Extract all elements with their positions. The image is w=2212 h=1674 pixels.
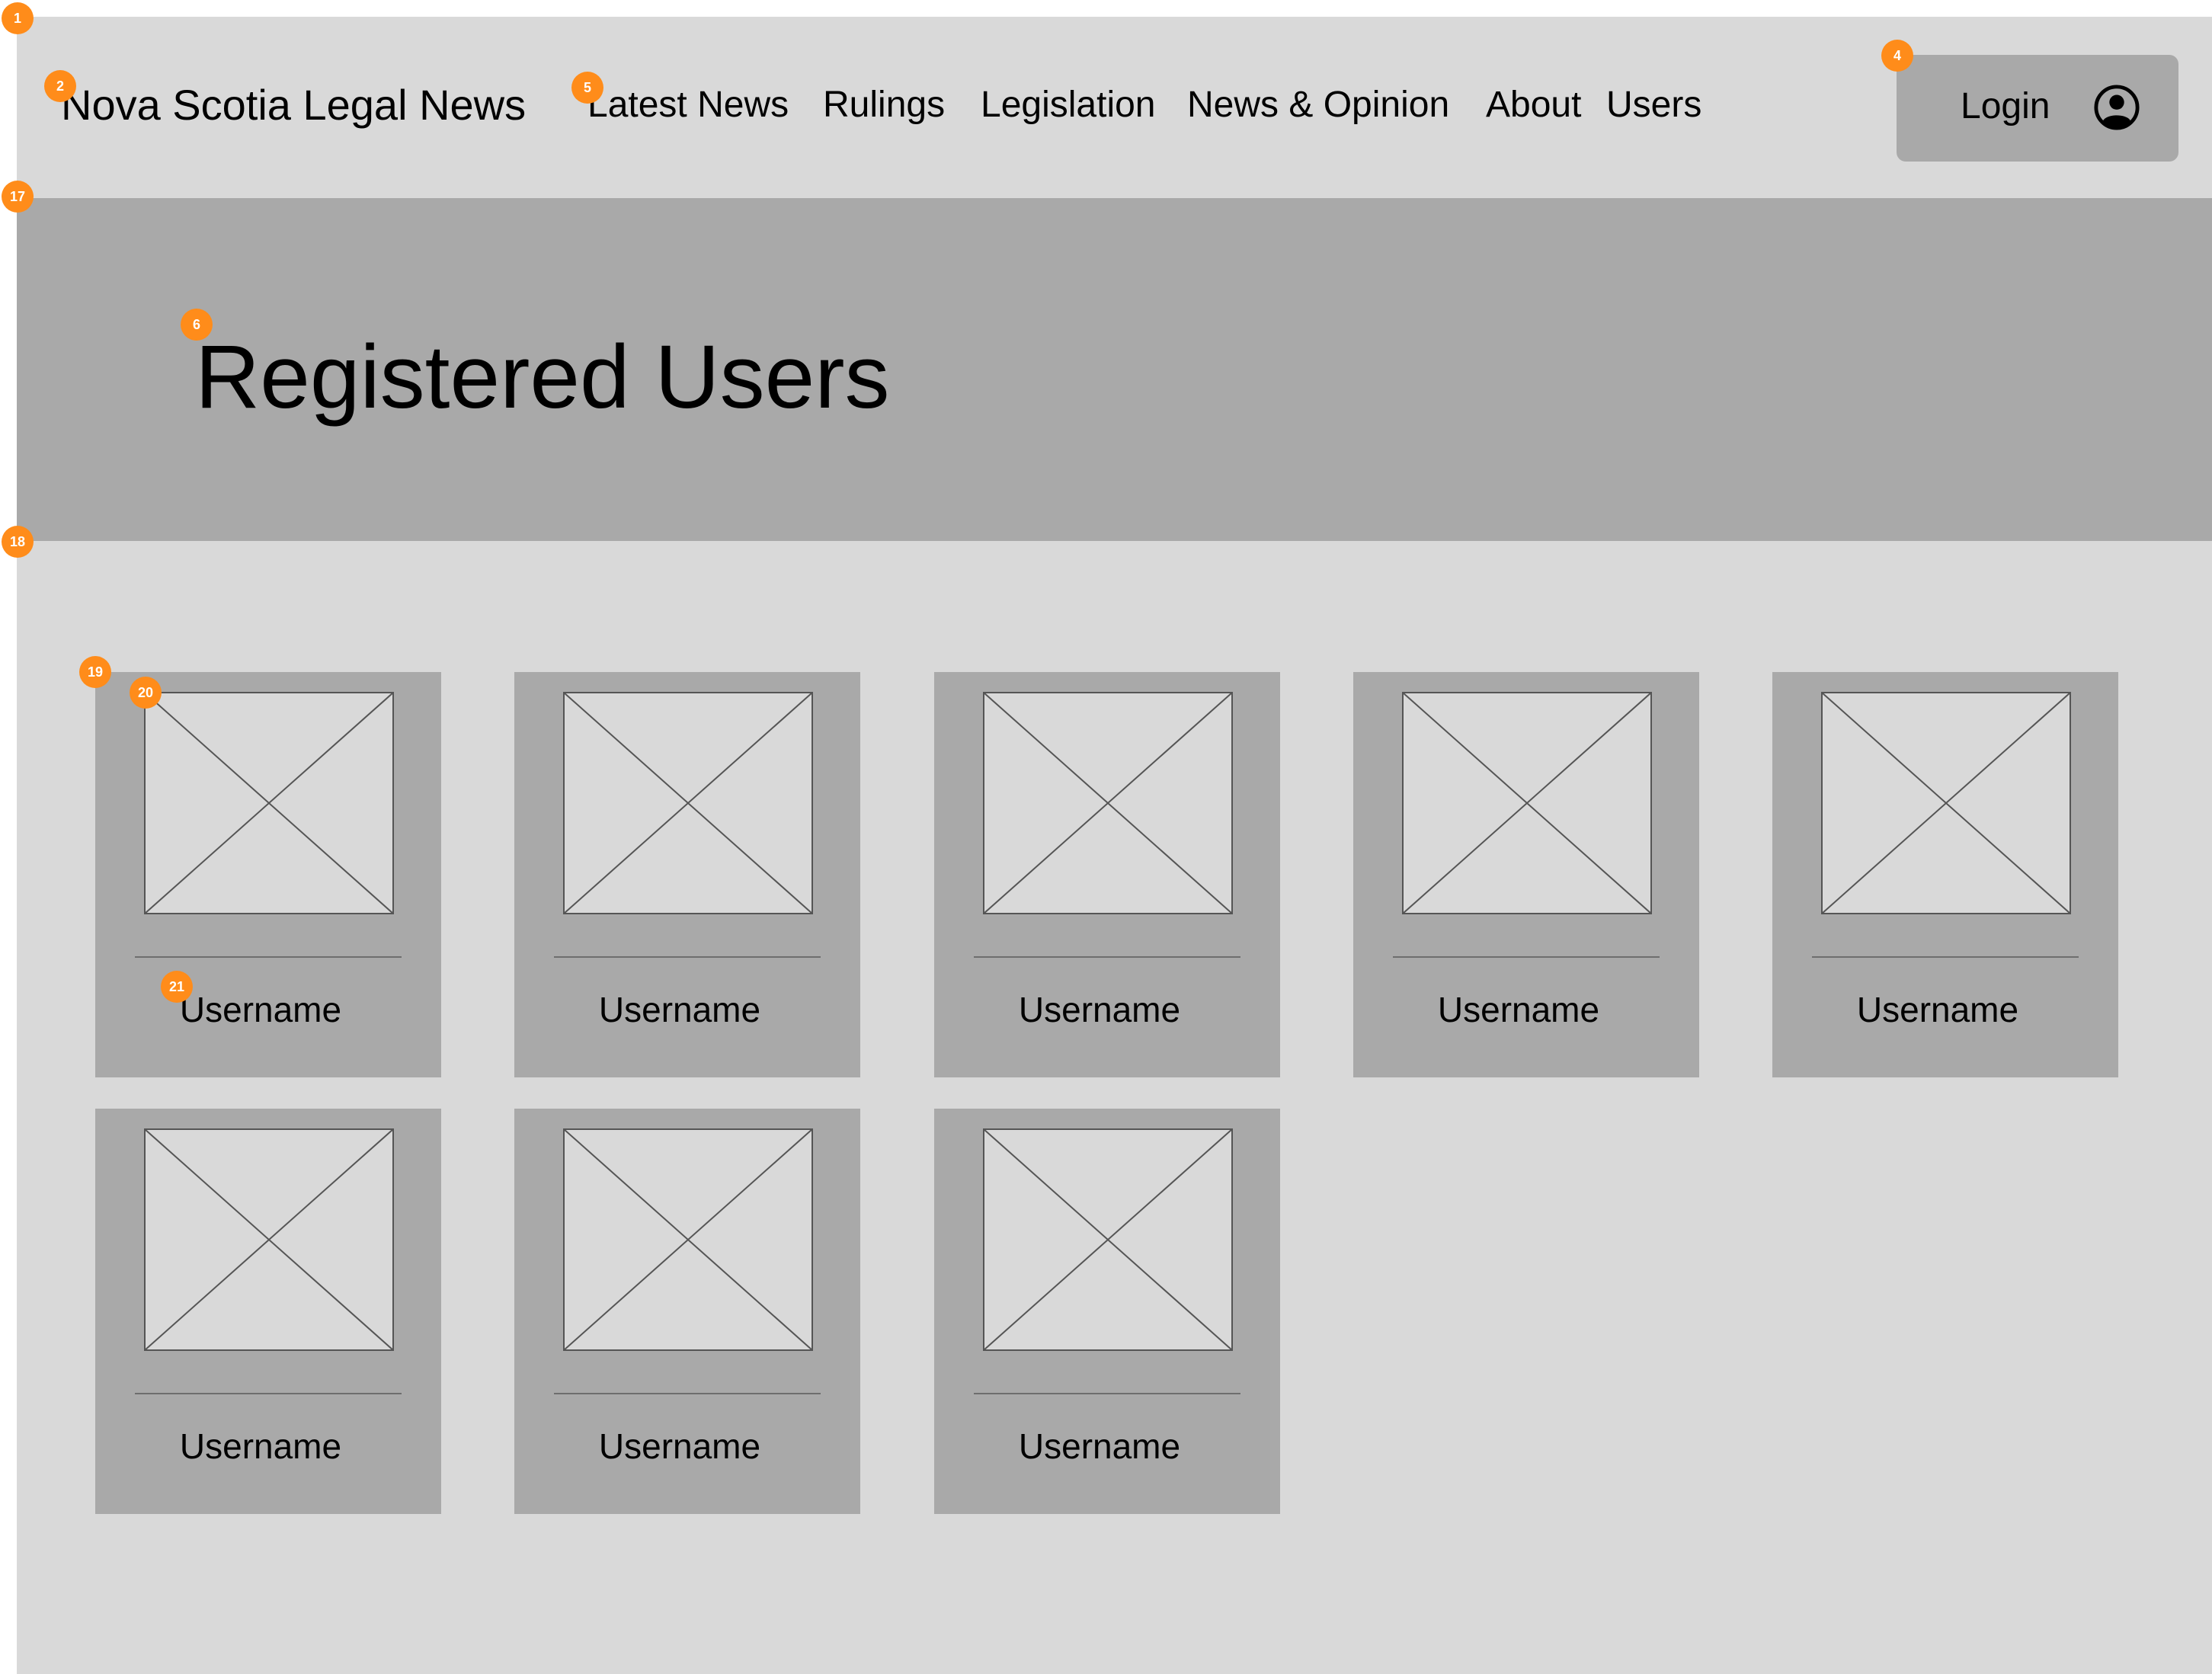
header: Nova Scotia Legal News Latest News Rulin… (17, 17, 2212, 197)
annotation-badge: 17 (2, 181, 34, 213)
username-label: Username (598, 990, 761, 1029)
user-card[interactable]: Username (1772, 672, 2118, 1077)
annotation-badge: 6 (181, 309, 213, 341)
nav-rulings[interactable]: Rulings (823, 87, 945, 123)
user-card[interactable]: Username (1353, 672, 1699, 1077)
users-grid: Username Username Username Username Username… (17, 541, 2212, 1674)
banner: Registered Users (17, 198, 2212, 541)
nav-users[interactable]: Users (1606, 87, 1701, 123)
annotation-badge: 18 (2, 526, 34, 558)
login-label: Login (1961, 86, 2050, 126)
annotation-badge: 20 (130, 677, 162, 709)
image-placeholder-icon (983, 1128, 1233, 1351)
nav-latest-news[interactable]: Latest News (587, 87, 789, 123)
annotation-badge: 21 (161, 971, 193, 1003)
site-title[interactable]: Nova Scotia Legal News (61, 84, 526, 126)
card-divider (135, 1393, 402, 1394)
username-label: Username (1856, 990, 2019, 1029)
image-placeholder-icon (1821, 692, 2071, 914)
card-divider (974, 1393, 1240, 1394)
username-label: Username (1437, 990, 1600, 1029)
image-placeholder-icon (144, 692, 394, 914)
annotation-badge: 5 (571, 72, 603, 104)
card-divider (1393, 956, 1660, 958)
user-circle-icon (2094, 85, 2140, 130)
image-placeholder-icon (144, 1128, 394, 1351)
image-placeholder-icon (983, 692, 1233, 914)
user-card[interactable]: Username (934, 1109, 1280, 1514)
page-title: Registered Users (195, 327, 890, 427)
login-button[interactable]: Login (1897, 55, 2178, 162)
image-placeholder-icon (563, 692, 813, 914)
user-card[interactable]: Username (95, 1109, 441, 1514)
user-card[interactable]: Username (514, 1109, 860, 1514)
nav-about[interactable]: About (1486, 87, 1581, 123)
annotation-badge: 19 (79, 656, 111, 688)
annotation-badge: 1 (2, 2, 34, 34)
username-label: Username (1018, 1426, 1181, 1466)
card-divider (974, 956, 1240, 958)
nav-legislation[interactable]: Legislation (981, 87, 1156, 123)
nav-news-opinion[interactable]: News & Opinion (1187, 87, 1449, 123)
card-divider (554, 1393, 821, 1394)
user-card[interactable]: Username (934, 672, 1280, 1077)
annotation-badge: 2 (44, 70, 76, 102)
annotation-badge: 4 (1881, 40, 1913, 72)
card-divider (554, 956, 821, 958)
image-placeholder-icon (563, 1128, 813, 1351)
username-label: Username (598, 1426, 761, 1466)
username-label: Username (179, 1426, 342, 1466)
page: Nova Scotia Legal News Latest News Rulin… (17, 17, 2212, 1674)
card-divider (135, 956, 402, 958)
username-label: Username (179, 990, 342, 1029)
user-card[interactable]: Username (514, 672, 860, 1077)
user-card[interactable]: Username (95, 672, 441, 1077)
username-label: Username (1018, 990, 1181, 1029)
card-divider (1812, 956, 2079, 958)
image-placeholder-icon (1402, 692, 1652, 914)
